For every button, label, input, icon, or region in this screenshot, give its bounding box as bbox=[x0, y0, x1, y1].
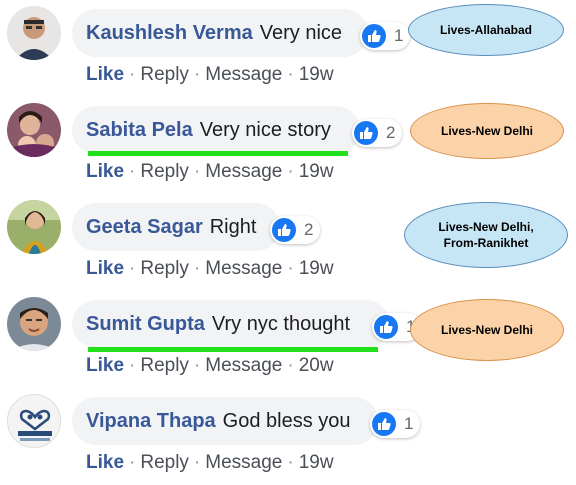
comment-actions: Like · Reply · Message · 19w bbox=[86, 161, 334, 183]
separator: · bbox=[287, 64, 294, 85]
comment-bubble: Sumit Gupta Vry nyc thought bbox=[72, 300, 390, 348]
message-link[interactable]: Message bbox=[205, 452, 282, 473]
comment: Sumit Gupta Vry nyc thought 1 Like·Reply… bbox=[0, 291, 576, 388]
avatar[interactable] bbox=[7, 200, 61, 254]
reply-link[interactable]: Reply bbox=[140, 161, 189, 182]
comment-bubble: Geeta Sagar Right bbox=[72, 203, 280, 251]
message-link[interactable]: Message bbox=[205, 258, 282, 279]
comment-text: Very nice bbox=[259, 21, 343, 44]
timestamp[interactable]: 19w bbox=[299, 161, 334, 182]
comment-actions: Like · Reply · Message · 20w bbox=[86, 355, 334, 377]
like-count: 2 bbox=[304, 220, 314, 239]
comment: Kaushlesh Verma Very nice 1 Like · Reply · M… bbox=[0, 0, 576, 97]
like-link[interactable]: Like bbox=[86, 452, 124, 473]
comment-bubble: Vipana Thapa God bless you bbox=[72, 397, 378, 445]
annotation-bubble: Lives-New Delhi, From-Ranikhet bbox=[404, 202, 568, 268]
annotation-bubble: Lives-New Delhi bbox=[410, 103, 564, 159]
avatar[interactable] bbox=[7, 297, 61, 351]
separator: · bbox=[129, 452, 136, 473]
comment-bubble: Kaushlesh Verma Very nice bbox=[72, 9, 368, 57]
thumbs-up-icon bbox=[354, 121, 378, 145]
reply-link[interactable]: Reply bbox=[140, 452, 189, 473]
annotation-text: Lives-New Delhi, bbox=[438, 220, 534, 234]
separator: · bbox=[129, 64, 136, 85]
annotation-text: From-Ranikhet bbox=[443, 236, 529, 250]
separator: · bbox=[287, 161, 294, 182]
comment-author[interactable]: Geeta Sagar bbox=[86, 216, 203, 239]
comment-bubble: Sabita Pela Very nice story bbox=[72, 106, 360, 154]
annotation-text: Lives-New Delhi bbox=[440, 323, 534, 337]
comment-actions: Like · Reply · Message · 19w bbox=[86, 258, 334, 280]
reply-link[interactable]: Reply bbox=[140, 64, 189, 85]
comment-author[interactable]: Sumit Gupta bbox=[86, 313, 205, 336]
message-link[interactable]: Message bbox=[205, 161, 282, 182]
highlight-underline bbox=[88, 151, 348, 156]
like-count-badge[interactable]: 2 bbox=[270, 216, 321, 244]
thumbs-up-icon bbox=[362, 24, 386, 48]
comment-author[interactable]: Vipana Thapa bbox=[86, 410, 216, 433]
like-count-badge[interactable]: 2 bbox=[352, 119, 403, 147]
like-link[interactable]: Like bbox=[86, 258, 124, 279]
reply-link[interactable]: Reply bbox=[140, 258, 189, 279]
annotation-bubble: Lives-Allahabad bbox=[408, 4, 564, 56]
comment-text: God bless you bbox=[222, 409, 351, 432]
like-count-badge[interactable]: 1 bbox=[370, 410, 421, 438]
thumbs-up-icon bbox=[272, 218, 296, 242]
comment: Vipana Thapa God bless you 1 Like · Reply ·… bbox=[0, 388, 576, 485]
like-link[interactable]: Like bbox=[86, 161, 124, 182]
like-count-badge[interactable]: 1 bbox=[360, 22, 411, 50]
message-link[interactable]: Message bbox=[205, 355, 282, 376]
comment-author[interactable]: Sabita Pela bbox=[86, 119, 193, 142]
comment-author[interactable]: Kaushlesh Verma bbox=[86, 22, 253, 45]
parivar-sanskar-logo bbox=[8, 395, 60, 447]
like-count: 1 bbox=[404, 414, 414, 433]
comment-text: Very nice story bbox=[199, 118, 331, 141]
comment: Sabita Pela Very nice story 2 Like · Reply… bbox=[0, 97, 576, 194]
timestamp[interactable]: 20w bbox=[299, 355, 334, 376]
separator: · bbox=[129, 258, 136, 279]
thumbs-up-icon bbox=[374, 315, 398, 339]
avatar[interactable] bbox=[7, 103, 61, 157]
message-link[interactable]: Message bbox=[205, 64, 282, 85]
like-link[interactable]: Like bbox=[86, 355, 124, 376]
like-count: 1 bbox=[394, 26, 404, 45]
comment: Geeta Sagar Right 2 Like · Reply · Message · 1… bbox=[0, 194, 576, 291]
separator: · bbox=[193, 64, 201, 85]
avatar[interactable] bbox=[7, 394, 61, 448]
annotation-bubble: Lives-New Delhi bbox=[410, 299, 564, 361]
separator: · bbox=[193, 452, 201, 473]
comment-text: Vry nyc thought bbox=[211, 312, 351, 335]
separator: · bbox=[193, 161, 201, 182]
highlight-underline bbox=[88, 347, 378, 352]
separator: · bbox=[287, 258, 294, 279]
annotation-text: Lives-Allahabad bbox=[439, 23, 533, 37]
timestamp[interactable]: 19w bbox=[299, 258, 334, 279]
like-link[interactable]: Like bbox=[86, 64, 124, 85]
comment-text: Right bbox=[209, 215, 257, 238]
reply-link[interactable]: Reply bbox=[140, 355, 189, 376]
like-count: 2 bbox=[386, 123, 396, 142]
comment-actions: Like · Reply · Message · 19w bbox=[86, 64, 334, 86]
thumbs-up-icon bbox=[372, 412, 396, 436]
comment-actions: Like · Reply · Message · 19w bbox=[86, 452, 334, 474]
annotation-text: Lives-New Delhi bbox=[440, 124, 534, 138]
separator: · bbox=[193, 355, 201, 376]
separator: · bbox=[287, 355, 294, 376]
separator: · bbox=[193, 258, 201, 279]
separator: · bbox=[129, 161, 136, 182]
timestamp[interactable]: 19w bbox=[299, 452, 334, 473]
avatar[interactable] bbox=[7, 6, 61, 60]
separator: · bbox=[287, 452, 294, 473]
separator: · bbox=[129, 355, 136, 376]
timestamp[interactable]: 19w bbox=[299, 64, 334, 85]
